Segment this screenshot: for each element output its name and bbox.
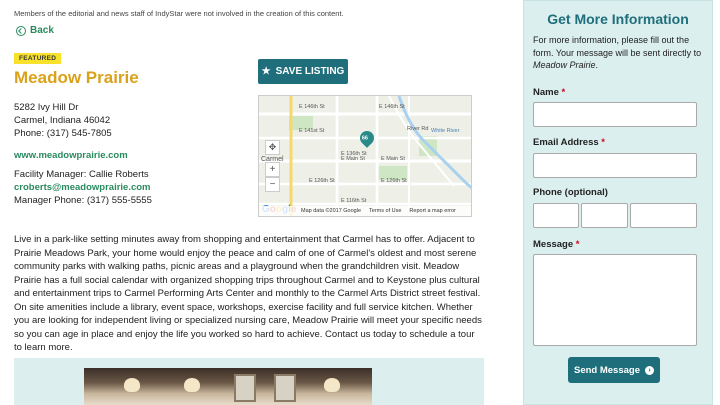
name-input[interactable] bbox=[533, 102, 697, 127]
send-message-label: Send Message bbox=[574, 364, 640, 376]
name-label: Name * bbox=[533, 87, 566, 98]
featured-badge: FEATURED bbox=[14, 53, 62, 64]
map-label: River Rd bbox=[407, 126, 429, 132]
map-label: E Main St bbox=[341, 156, 365, 162]
map-label: White River bbox=[431, 128, 460, 134]
phone-area-input[interactable] bbox=[533, 203, 579, 228]
listing-photo[interactable] bbox=[84, 368, 372, 405]
back-link[interactable]: Back bbox=[16, 25, 54, 36]
address-phone: Phone: (317) 545-7805 bbox=[14, 128, 112, 139]
photo-window bbox=[274, 374, 296, 402]
zoom-out-button[interactable]: − bbox=[265, 177, 280, 192]
send-message-button[interactable]: Send Message › bbox=[568, 357, 660, 383]
save-listing-label: SAVE LISTING bbox=[275, 66, 345, 77]
listing-description: Live in a park-like setting minutes away… bbox=[14, 234, 482, 353]
address-city: Carmel, Indiana 46042 bbox=[14, 115, 111, 126]
map-label: E 146th St bbox=[379, 104, 405, 110]
phone-prefix-input[interactable] bbox=[581, 203, 628, 228]
photo-window bbox=[234, 374, 256, 402]
listing-title: Meadow Prairie bbox=[14, 68, 139, 87]
photo-lamp bbox=[324, 378, 340, 392]
phone-label: Phone (optional) bbox=[533, 187, 608, 198]
manager-block: Facility Manager: Callie Roberts crobert… bbox=[14, 168, 152, 207]
back-arrow-icon bbox=[16, 25, 26, 36]
sidebar-title: Get More Information bbox=[547, 11, 689, 27]
map-label: E 116th St bbox=[341, 198, 367, 204]
map-pan-icon[interactable]: ✥ bbox=[265, 140, 280, 155]
map-data-credit: Map data ©2017 Google bbox=[301, 208, 362, 214]
email-input[interactable] bbox=[533, 153, 697, 178]
manager-name: Facility Manager: Callie Roberts bbox=[14, 169, 149, 180]
disclaimer-text: Members of the editorial and news staff … bbox=[14, 9, 344, 18]
arrow-right-icon: › bbox=[645, 365, 654, 375]
save-listing-button[interactable]: ★ SAVE LISTING bbox=[258, 59, 348, 84]
map-label: E 126th St bbox=[309, 178, 335, 184]
phone-line-input[interactable] bbox=[630, 203, 697, 228]
address-street: 5282 Ivy Hill Dr bbox=[14, 102, 79, 113]
map-label: E 141st St bbox=[299, 128, 325, 134]
website-link[interactable]: www.meadowprairie.com bbox=[14, 149, 128, 162]
terms-of-use-link[interactable]: Terms of Use bbox=[369, 208, 401, 214]
address-block: 5282 Ivy Hill Dr Carmel, Indiana 46042 P… bbox=[14, 101, 112, 140]
map-footer: Map data ©2017 Google Terms of Use Repor… bbox=[259, 206, 471, 216]
back-label: Back bbox=[30, 25, 54, 36]
photo-lamp bbox=[124, 378, 140, 392]
message-textarea[interactable] bbox=[533, 254, 697, 346]
zoom-in-button[interactable]: + bbox=[265, 162, 280, 177]
manager-phone: Manager Phone: (317) 555-5555 bbox=[14, 195, 152, 206]
map-label: E 126th St bbox=[381, 178, 407, 184]
email-label: Email Address * bbox=[533, 137, 605, 148]
contact-sidebar: Get More Information For more informatio… bbox=[523, 0, 713, 405]
location-map[interactable]: E 146th St E 146th St E 141st St E 136th… bbox=[258, 95, 472, 217]
message-label: Message * bbox=[533, 239, 580, 250]
map-pin-label: 66 bbox=[361, 135, 368, 142]
photo-lamp bbox=[184, 378, 200, 392]
sidebar-intro: For more information, please fill out th… bbox=[533, 35, 702, 70]
map-label: E Main St bbox=[381, 156, 405, 162]
map-label: E 146th St bbox=[299, 104, 325, 110]
star-icon: ★ bbox=[261, 66, 271, 77]
manager-email-link[interactable]: croberts@meadowprairie.com bbox=[14, 181, 152, 194]
report-map-error-link[interactable]: Report a map error bbox=[409, 208, 455, 214]
